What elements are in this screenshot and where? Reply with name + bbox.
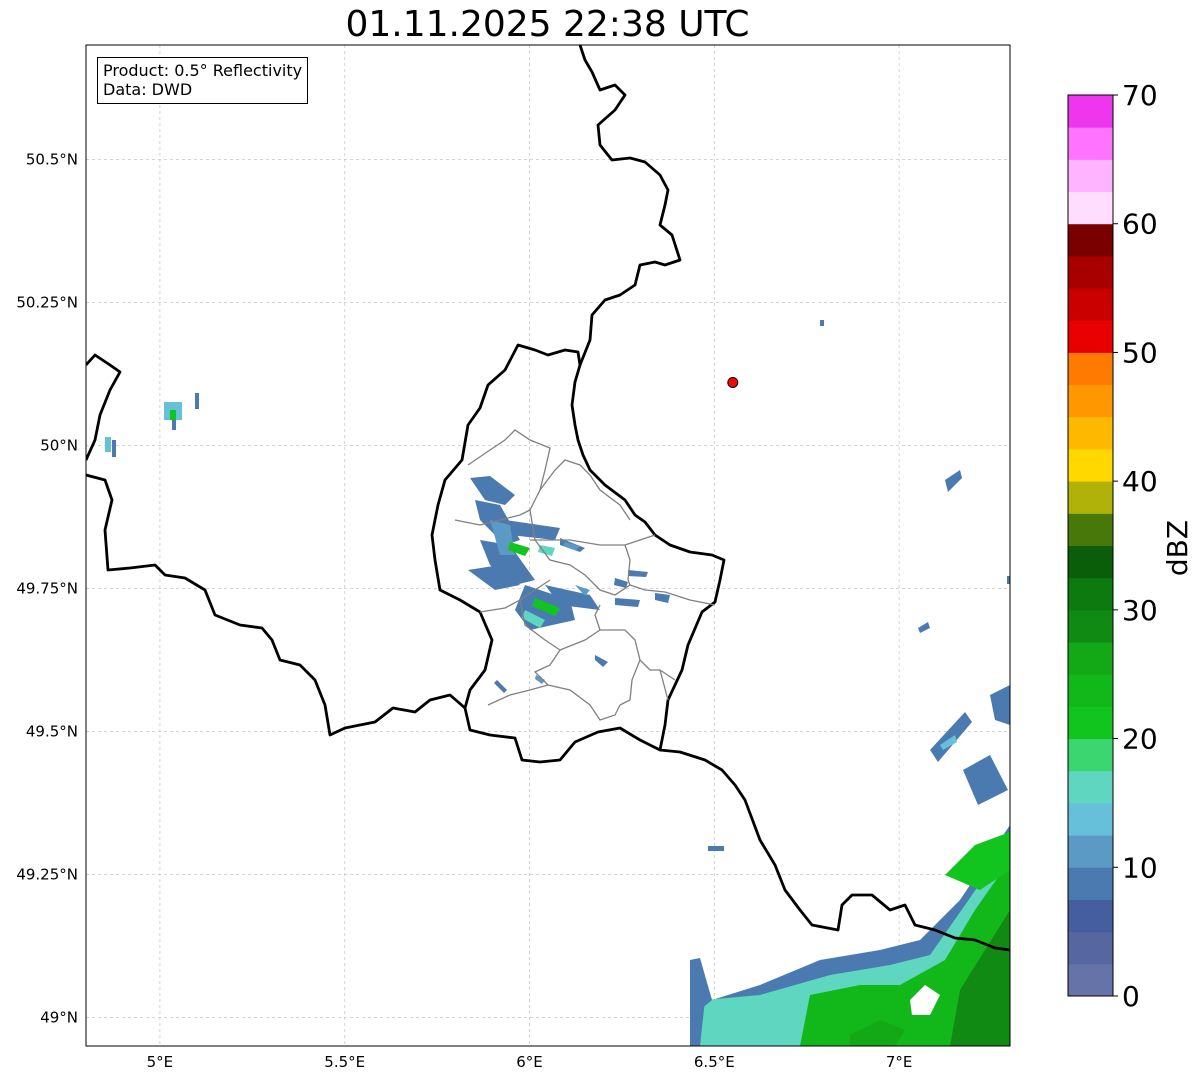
colorbar-segment bbox=[1068, 320, 1113, 353]
x-tick-label: 5°E bbox=[147, 1053, 174, 1071]
product-info-box: Product: 0.5° Reflectivity Data: DWD bbox=[97, 57, 309, 104]
x-tick-label: 6°E bbox=[516, 1053, 543, 1071]
y-tick-labels: 50.5°N 50.25°N 50°N 49.75°N 49.5°N 49.25°N 49°… bbox=[16, 150, 78, 1026]
colorbar-tick-label: 30 bbox=[1122, 594, 1158, 627]
colorbar-segment bbox=[1068, 931, 1113, 965]
y-tick-label: 49.5°N bbox=[26, 722, 78, 740]
colorbar-segment bbox=[1068, 481, 1113, 514]
colorbar-segment bbox=[1068, 835, 1113, 868]
x-tick-labels: 5°E 5.5°E 6°E 6.5°E 7°E bbox=[147, 1053, 913, 1071]
colorbar-tick-label: 10 bbox=[1122, 851, 1158, 884]
colorbar-segment bbox=[1068, 770, 1113, 804]
y-tick-label: 49.75°N bbox=[16, 579, 78, 597]
product-label: Product: 0.5° Reflectivity bbox=[103, 61, 303, 80]
colorbar-segment bbox=[1068, 513, 1113, 546]
colorbar-tick-label: 50 bbox=[1122, 336, 1158, 369]
colorbar-segment bbox=[1068, 642, 1113, 675]
x-tick-label: 5.5°E bbox=[324, 1053, 365, 1071]
colorbar-segment bbox=[1068, 738, 1113, 772]
colorbar-segment bbox=[1068, 577, 1113, 611]
colorbar-segment bbox=[1068, 255, 1113, 289]
colorbar-segment bbox=[1068, 223, 1113, 257]
colorbar bbox=[1067, 94, 1114, 997]
colorbar-segment bbox=[1068, 867, 1113, 900]
colorbar-segment bbox=[1068, 384, 1113, 418]
colorbar-tick-label: 40 bbox=[1122, 465, 1158, 498]
y-tick-label: 50.25°N bbox=[16, 293, 78, 311]
colorbar-segment bbox=[1068, 191, 1113, 225]
colorbar-tick-label: 0 bbox=[1122, 980, 1140, 1013]
colorbar-segment bbox=[1068, 674, 1113, 707]
y-tick-label: 49°N bbox=[40, 1008, 78, 1026]
y-tick-label: 50°N bbox=[40, 436, 78, 454]
y-tick-label: 50.5°N bbox=[26, 150, 78, 168]
x-tick-label: 7°E bbox=[886, 1053, 913, 1071]
colorbar-tick-labels: 0 10 20 30 40 50 60 70 bbox=[1113, 79, 1158, 1013]
radar-site-marker[interactable] bbox=[727, 376, 739, 388]
colorbar-segment bbox=[1068, 127, 1113, 160]
colorbar-segment bbox=[1068, 95, 1113, 128]
x-tick-label: 6.5°E bbox=[694, 1053, 735, 1071]
colorbar-segment bbox=[1068, 352, 1113, 386]
colorbar-segment bbox=[1068, 963, 1113, 997]
colorbar-segment bbox=[1068, 448, 1113, 482]
colorbar-segment bbox=[1068, 899, 1113, 933]
colorbar-label: dBZ bbox=[1161, 520, 1194, 576]
colorbar-segment bbox=[1068, 802, 1113, 836]
colorbar-segment bbox=[1068, 706, 1113, 740]
colorbar-segment bbox=[1068, 416, 1113, 450]
colorbar-tick-label: 60 bbox=[1122, 208, 1158, 241]
colorbar-segment bbox=[1068, 288, 1113, 321]
colorbar-segment bbox=[1068, 159, 1113, 193]
y-tick-label: 49.25°N bbox=[16, 865, 78, 883]
colorbar-tick-label: 70 bbox=[1122, 79, 1158, 112]
colorbar-segment bbox=[1068, 609, 1113, 643]
colorbar-tick-label: 20 bbox=[1122, 723, 1158, 756]
colorbar-segment bbox=[1068, 545, 1113, 579]
data-source-label: Data: DWD bbox=[103, 80, 193, 99]
radar-map-figure: 5°E 5.5°E 6°E 6.5°E 7°E 50.5°N 50.25°N 50°N 49.… bbox=[16, 44, 1194, 1071]
